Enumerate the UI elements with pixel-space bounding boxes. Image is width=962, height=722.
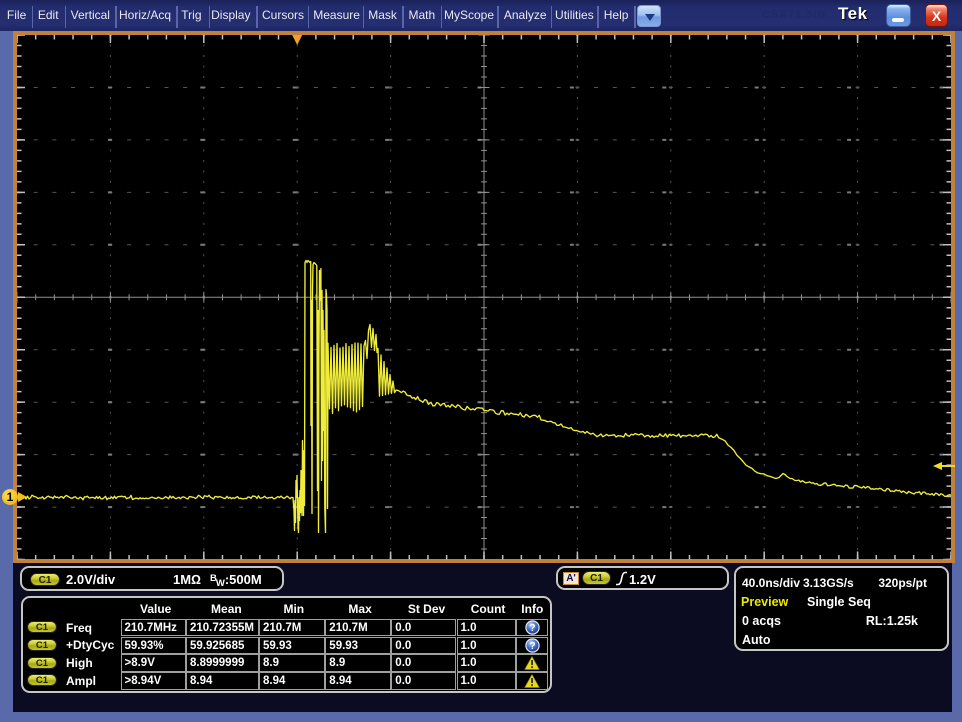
svg-text:?: ? (529, 623, 535, 634)
svg-text:?: ? (529, 641, 535, 652)
